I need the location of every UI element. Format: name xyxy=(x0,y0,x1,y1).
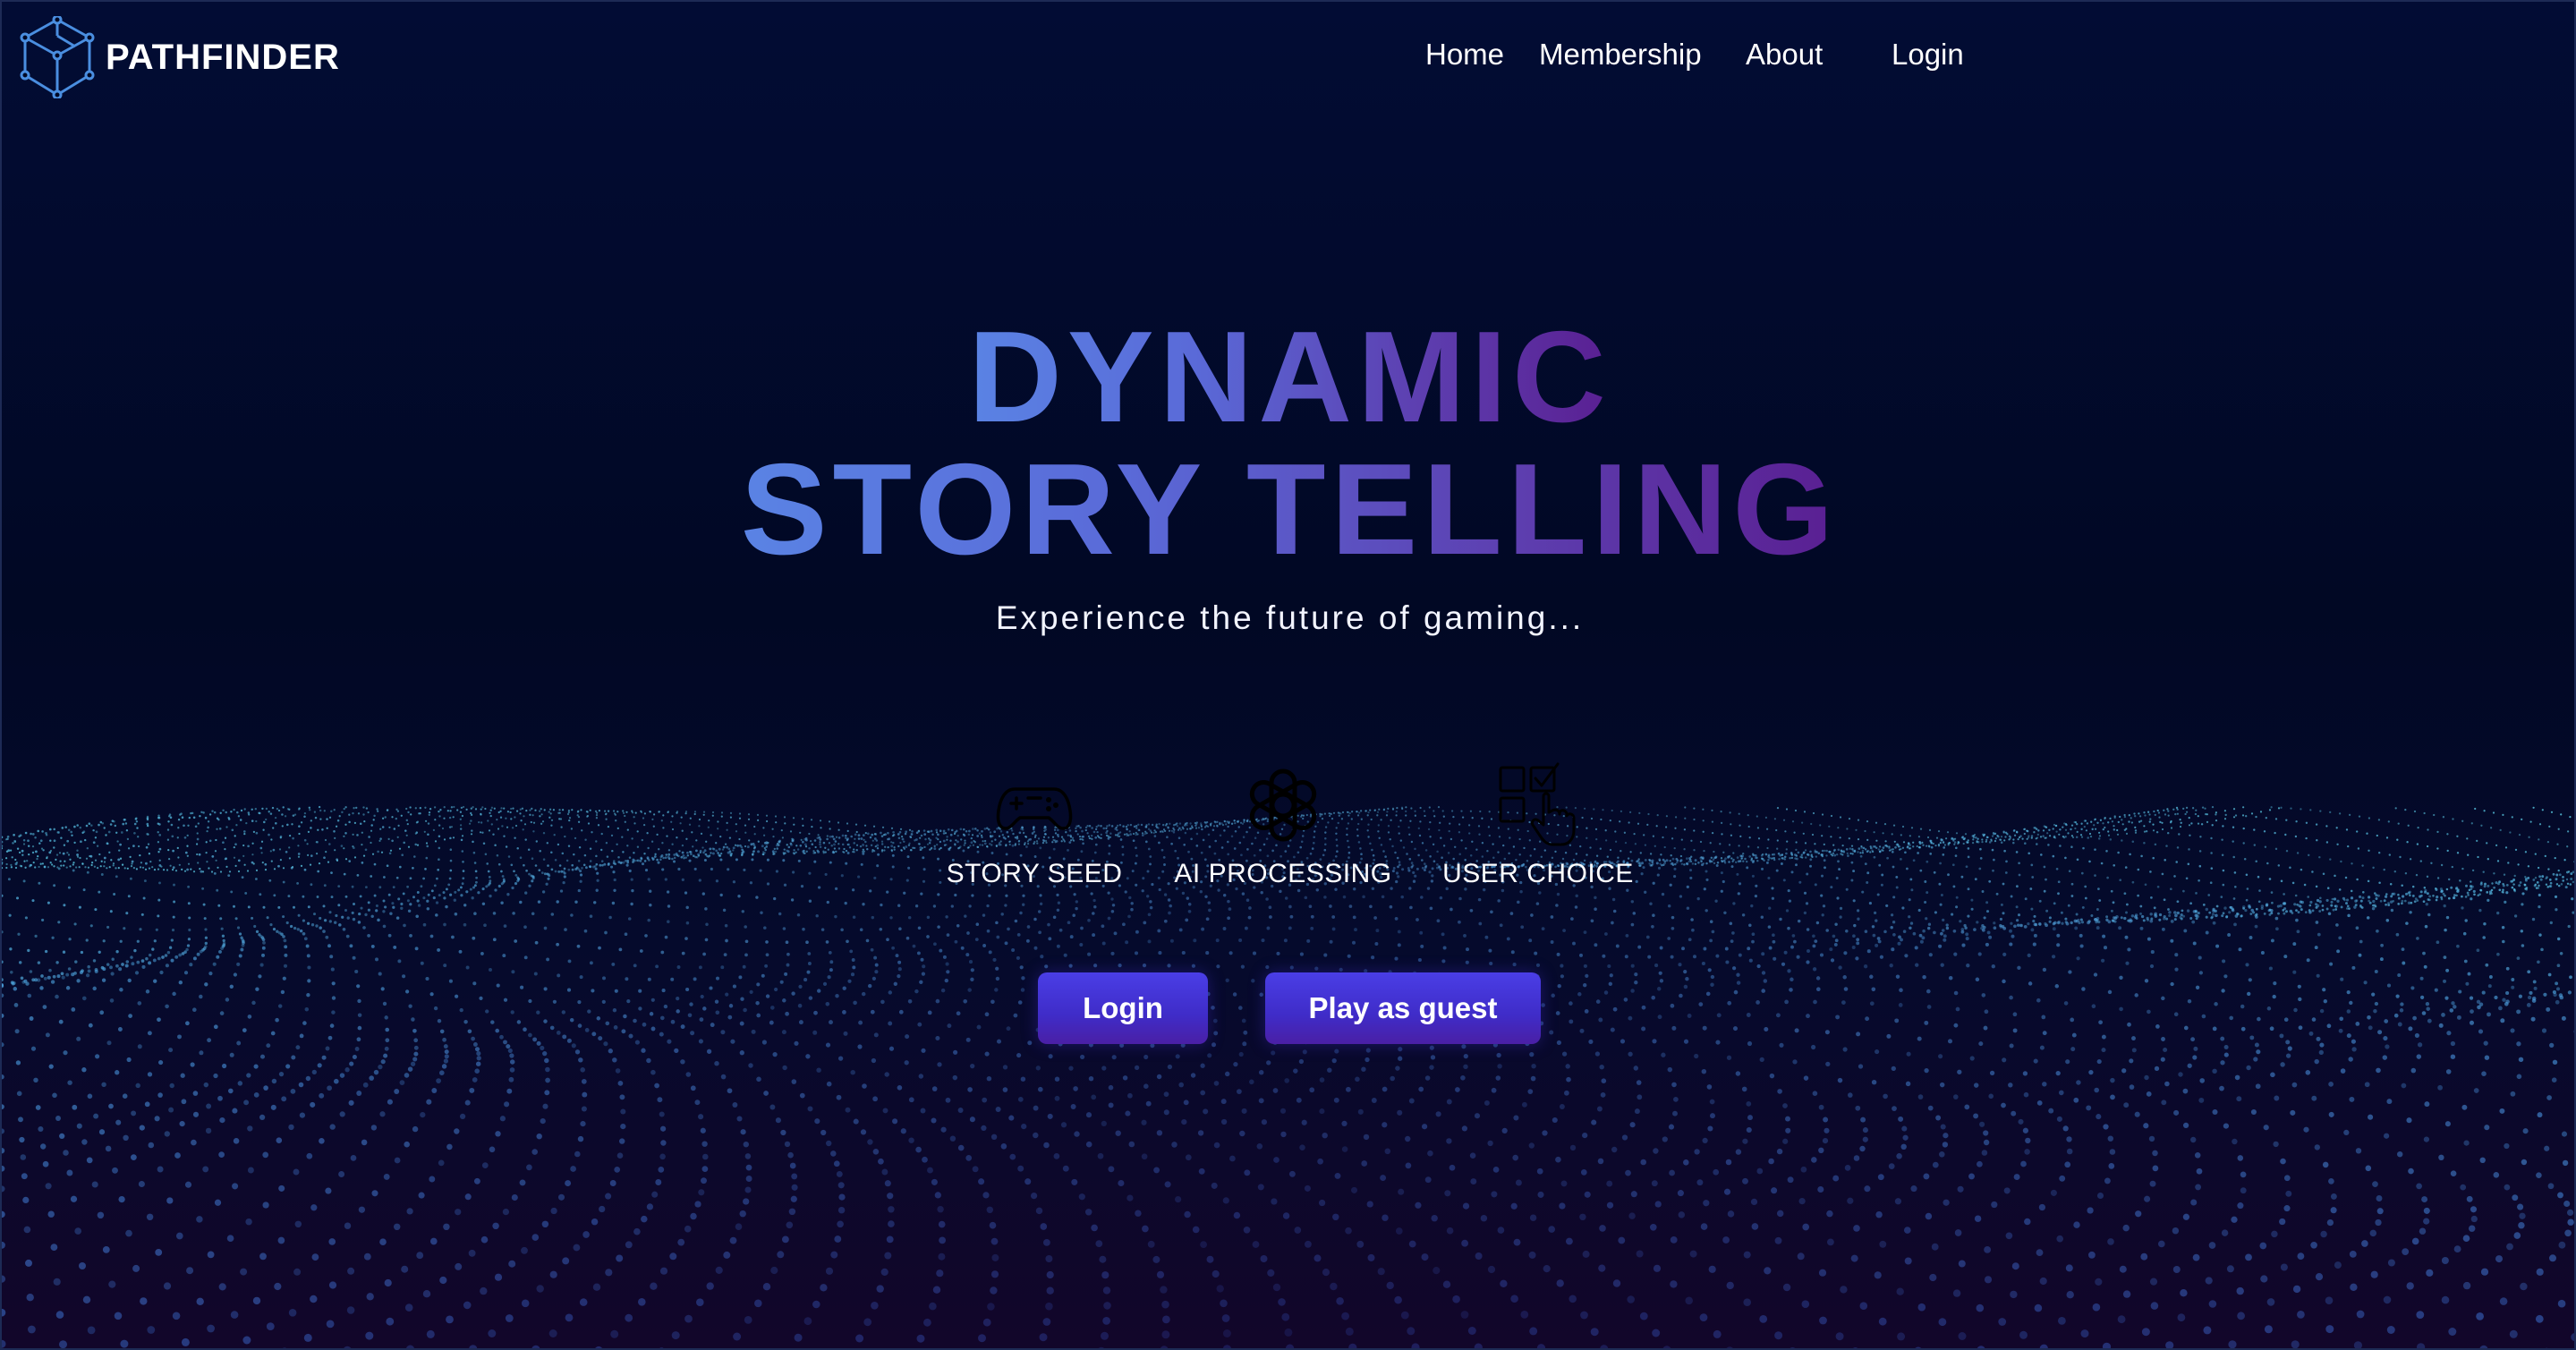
feature-label: AI PROCESSING xyxy=(1174,859,1392,888)
feature-user-choice: USER CHOICE xyxy=(1422,760,1654,889)
hero-title: DYNAMIC STORY TELLING xyxy=(2,304,2574,582)
particle-wave-background xyxy=(2,805,2574,1348)
checklist-pointer-icon xyxy=(1499,762,1576,846)
feature-story-seed: STORY SEED xyxy=(918,760,1151,889)
brand-name: PATHFINDER xyxy=(106,37,340,77)
hero-subtitle: Experience the future of gaming... xyxy=(995,599,1585,636)
landing-page: PATHFINDER Home Membership About Login D… xyxy=(0,0,2576,1350)
cube-network-icon xyxy=(20,16,95,98)
login-button[interactable]: Login xyxy=(1038,972,1208,1044)
feature-ai-processing: AI PROCESSING xyxy=(1167,760,1399,889)
brand-logo[interactable]: PATHFINDER xyxy=(20,16,340,98)
play-as-guest-button[interactable]: Play as guest xyxy=(1265,972,1541,1044)
nav-membership[interactable]: Membership xyxy=(1539,38,1702,72)
gamepad-icon xyxy=(996,787,1073,830)
hero-title-line-2: STORY TELLING xyxy=(740,437,1840,582)
hero-title-line-1: DYNAMIC xyxy=(968,304,1611,449)
feature-label: USER CHOICE xyxy=(1442,859,1634,888)
openai-knot-icon xyxy=(1249,768,1317,842)
nav-home[interactable]: Home xyxy=(1425,38,1504,72)
feature-label: STORY SEED xyxy=(946,859,1123,888)
nav-login[interactable]: Login xyxy=(1892,38,1964,72)
nav-about[interactable]: About xyxy=(1746,38,1823,72)
